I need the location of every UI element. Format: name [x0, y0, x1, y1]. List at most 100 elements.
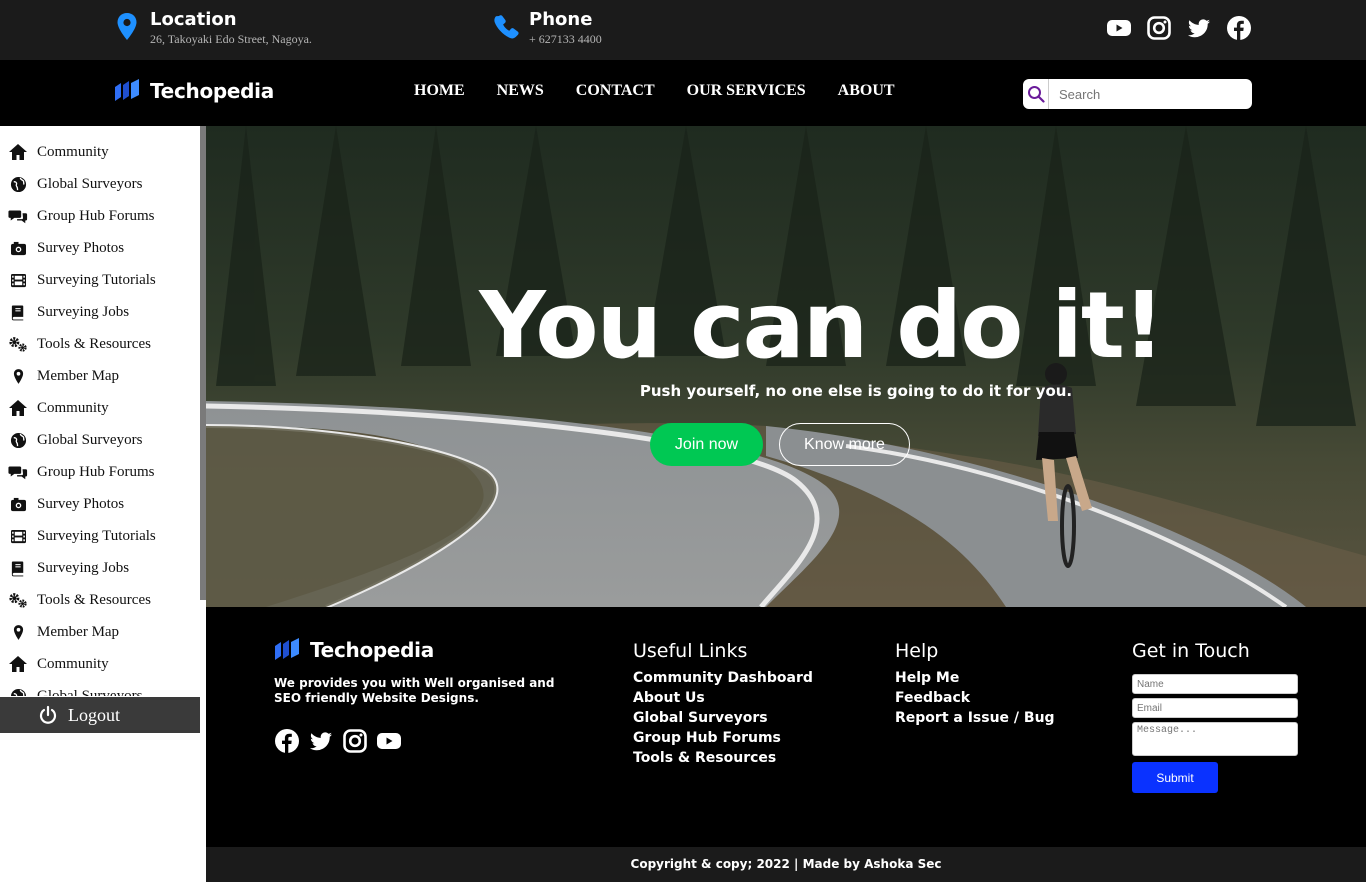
logout-button[interactable]: Logout [0, 697, 200, 733]
link-group-hub-forums[interactable]: Group Hub Forums [633, 728, 813, 748]
message-field[interactable] [1132, 722, 1298, 756]
name-field[interactable] [1132, 674, 1298, 694]
location-info: Location 26, Takoyaki Edo Street, Nagoya… [114, 8, 312, 46]
sidebar-item[interactable]: Member Map [0, 360, 200, 392]
sidebar-item-label: Community [37, 399, 109, 416]
nav-our-services[interactable]: OUR SERVICES [687, 82, 806, 100]
top-info-bar: Location 26, Takoyaki Edo Street, Nagoya… [0, 0, 1366, 60]
sidebar-item-label: Surveying Tutorials [37, 271, 156, 288]
sidebar-item-label: Surveying Jobs [37, 559, 130, 576]
footer-brand-logo[interactable]: Techopedia [274, 637, 434, 663]
film-icon [8, 271, 28, 289]
sidebar-item-label: Group Hub Forums [37, 207, 155, 224]
nav-news[interactable]: NEWS [497, 82, 544, 100]
globe-icon [8, 175, 28, 193]
instagram-icon[interactable] [342, 728, 368, 754]
sidebar-item[interactable]: Surveying Tutorials [0, 520, 200, 552]
search-box [1023, 79, 1252, 109]
sidebar-item[interactable]: Survey Photos [0, 488, 200, 520]
nav-contact[interactable]: CONTACT [576, 82, 655, 100]
link-community-dashboard[interactable]: Community Dashboard [633, 668, 813, 688]
link-tools-resources[interactable]: Tools & Resources [633, 748, 813, 768]
sidebar-item-label: Tools & Resources [37, 591, 151, 608]
link-about-us[interactable]: About Us [633, 688, 813, 708]
sidebar-item[interactable]: Surveying Jobs [0, 296, 200, 328]
home-icon [8, 655, 28, 673]
useful-links-heading: Useful Links [633, 640, 748, 662]
sidebar-item-label: Surveying Tutorials [37, 527, 156, 544]
brand-logo[interactable]: Techopedia [114, 78, 274, 104]
sidebar-item-label: Tools & Resources [37, 335, 151, 352]
hero-subtitle: Push yourself, no one else is going to d… [639, 382, 1073, 400]
logout-label: Logout [68, 704, 120, 725]
youtube-icon[interactable] [1106, 15, 1132, 41]
film-icon [8, 527, 28, 545]
sidebar-item[interactable]: Group Hub Forums [0, 200, 200, 232]
sidebar-item[interactable]: Surveying Tutorials [0, 264, 200, 296]
camera-icon [8, 495, 28, 513]
phone-icon [494, 15, 519, 39]
link-report-issue[interactable]: Report a Issue / Bug [895, 708, 1055, 728]
submit-button[interactable]: Submit [1132, 762, 1218, 793]
globe-icon [8, 431, 28, 449]
sidebar-item[interactable]: Global Surveyors [0, 168, 200, 200]
sidebar-item[interactable]: Group Hub Forums [0, 456, 200, 488]
sidebar-item[interactable]: Member Map [0, 616, 200, 648]
globe-icon [8, 687, 28, 696]
sidebar-item[interactable]: Surveying Jobs [0, 552, 200, 584]
link-help-me[interactable]: Help Me [895, 668, 1055, 688]
get-in-touch-heading: Get in Touch [1132, 640, 1250, 662]
youtube-icon[interactable] [376, 728, 402, 754]
join-now-button[interactable]: Join now [650, 423, 763, 466]
link-global-surveyors[interactable]: Global Surveyors [633, 708, 813, 728]
facebook-icon[interactable] [274, 728, 300, 754]
location-title: Location [150, 9, 237, 30]
home-icon [8, 143, 28, 161]
map-pin-icon [8, 367, 28, 385]
copyright-bar: Copyright & copy; 2022 | Made by Ashoka … [206, 847, 1366, 882]
hero-title: You can do it! [479, 272, 1165, 379]
instagram-icon[interactable] [1146, 15, 1172, 41]
map-marker-icon [117, 13, 137, 40]
home-icon [8, 399, 28, 417]
location-address: 26, Takoyaki Edo Street, Nagoya. [150, 32, 312, 46]
comments-icon [8, 207, 28, 225]
nav-about[interactable]: ABOUT [838, 82, 895, 100]
main-menu: HOME NEWS CONTACT OUR SERVICES ABOUT [414, 82, 895, 100]
sidebar-menu: Community Global Surveyors Group Hub Forum… [0, 136, 200, 696]
sidebar-item[interactable]: Community [0, 648, 200, 680]
phone-title: Phone [529, 9, 593, 30]
link-feedback[interactable]: Feedback [895, 688, 1055, 708]
search-icon[interactable] [1023, 79, 1049, 109]
sidebar-item[interactable]: Global Surveyors [0, 680, 200, 696]
help-column: Help Help Me Feedback Report a Issue / B… [895, 640, 1055, 728]
know-more-button[interactable]: Know more [779, 423, 910, 466]
sidebar-item-label: Group Hub Forums [37, 463, 155, 480]
sidebar-item-label: Community [37, 655, 109, 672]
twitter-icon[interactable] [308, 728, 334, 754]
brand-name: Techopedia [150, 79, 274, 103]
search-input[interactable] [1059, 86, 1239, 102]
map-pin-icon [8, 623, 28, 641]
phone-info: Phone + 627133 4400 [493, 8, 602, 46]
sidebar-item[interactable]: Global Surveyors [0, 424, 200, 456]
sidebar-item[interactable]: Community [0, 136, 200, 168]
useful-links-column: Useful Links Community Dashboard About U… [633, 640, 813, 768]
footer: Techopedia We provides you with Well org… [206, 607, 1366, 847]
footer-description: We provides you with Well organised and … [274, 676, 555, 705]
sidebar-item-label: Global Surveyors [37, 687, 143, 697]
email-field[interactable] [1132, 698, 1298, 718]
sidebar-item[interactable]: Survey Photos [0, 232, 200, 264]
help-heading: Help [895, 640, 939, 662]
facebook-icon[interactable] [1226, 15, 1252, 41]
sidebar-item[interactable]: Tools & Resources [0, 584, 200, 616]
twitter-icon[interactable] [1186, 15, 1212, 41]
contact-form: Get in Touch Submit [1132, 640, 1298, 793]
sidebar-item-label: Community [37, 143, 109, 160]
cogs-icon [8, 335, 28, 353]
sidebar-item[interactable]: Community [0, 392, 200, 424]
power-icon [39, 705, 57, 724]
book-icon [8, 303, 28, 321]
sidebar-item[interactable]: Tools & Resources [0, 328, 200, 360]
nav-home[interactable]: HOME [414, 82, 465, 100]
